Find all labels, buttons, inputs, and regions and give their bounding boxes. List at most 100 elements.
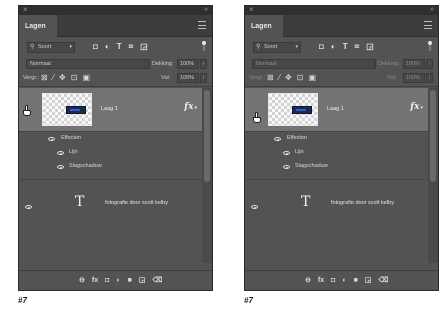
fx-icon[interactable]: fx▾ <box>410 102 423 112</box>
effect-item-drop-shadow[interactable]: Slagschaduw <box>19 160 202 174</box>
pixel-filter-icon[interactable]: ◘ <box>93 42 98 52</box>
fill-arrow-icon[interactable]: › <box>200 73 207 83</box>
pixel-filter-icon[interactable]: ◘ <box>319 42 324 52</box>
fill-label: Vul: <box>387 75 397 81</box>
close-icon[interactable]: × <box>23 6 28 14</box>
new-group-icon[interactable]: ■ <box>354 276 358 285</box>
lock-icons: ⊠ ⁄ ✥ ⊡ ▣ <box>41 73 90 83</box>
collapse-icon[interactable]: » <box>204 6 208 14</box>
adjustment-layer-icon[interactable]: ◐ <box>116 276 120 285</box>
adjustment-filter-icon[interactable]: ◐ <box>105 42 110 52</box>
panel-menu-icon[interactable] <box>198 21 206 29</box>
smart-object-filter-icon[interactable]: ◲ <box>366 42 374 52</box>
effects-row[interactable]: Effecten <box>245 132 428 146</box>
layers-panel-right: × » Lagen ⚲ Soort ▾ ◘ ◐ T ⌗ ◲ Normaal De… <box>244 5 439 291</box>
effect-item-stroke[interactable]: Lijn <box>19 146 202 160</box>
lock-move-icon[interactable]: ✥ <box>285 73 292 83</box>
visibility-cell[interactable] <box>245 88 264 131</box>
type-filter-icon[interactable]: T <box>117 42 122 52</box>
blend-mode-dropdown[interactable]: Normaal <box>252 59 376 69</box>
close-icon[interactable]: × <box>249 6 254 14</box>
eye-icon[interactable] <box>274 137 281 141</box>
layer-row-text[interactable]: T fotografie door scott kelby <box>19 179 202 237</box>
lock-artboard-icon[interactable]: ⊡ <box>71 73 78 83</box>
tab-layers[interactable]: Lagen <box>19 15 57 37</box>
filter-icons: ◘ ◐ T ⌗ ◲ <box>319 42 374 52</box>
new-layer-icon[interactable]: ◲ <box>139 276 146 285</box>
lock-all-icon[interactable]: ▣ <box>82 73 90 83</box>
new-layer-icon[interactable]: ◲ <box>365 276 372 285</box>
panel-menu-icon[interactable] <box>424 21 432 29</box>
effect-label: Slagschaduw <box>295 163 328 169</box>
eye-icon[interactable] <box>283 151 290 155</box>
effect-item-stroke[interactable]: Lijn <box>245 146 428 160</box>
layer-name[interactable]: Laag 1 <box>327 106 344 112</box>
tab-layers[interactable]: Lagen <box>245 15 283 37</box>
eye-icon[interactable] <box>25 205 32 209</box>
blend-mode-dropdown[interactable]: Normaal <box>26 59 150 69</box>
lock-transparent-icon[interactable]: ⊠ <box>267 73 274 83</box>
eye-icon[interactable] <box>57 165 64 169</box>
layer-row-laag-1[interactable]: Laag 1 fx▾ <box>245 88 428 132</box>
lock-artboard-icon[interactable]: ⊡ <box>297 73 304 83</box>
eye-icon[interactable] <box>57 151 64 155</box>
scrollbar[interactable] <box>202 88 212 263</box>
eye-icon[interactable] <box>283 165 290 169</box>
bottom-icons: ⊖ fx ◘ ◐ ■ ◲ ⌫ <box>305 276 388 285</box>
layer-name[interactable]: fotografie door scott kelby <box>105 200 168 206</box>
layer-row-laag-1[interactable]: Laag 1 fx▾ <box>19 88 202 132</box>
fx-icon[interactable]: fx▾ <box>184 102 197 112</box>
search-icon: ⚲ <box>256 44 261 50</box>
visibility-cell[interactable] <box>19 88 38 131</box>
opacity-field[interactable]: 100% <box>403 59 425 69</box>
filter-kind-label: Soort <box>264 44 278 50</box>
eye-icon[interactable] <box>48 137 55 141</box>
opacity-arrow-icon[interactable]: › <box>200 59 207 69</box>
shape-filter-icon[interactable]: ⌗ <box>355 42 360 52</box>
filter-toggle-icon[interactable] <box>428 41 432 51</box>
effects-label: Effecten <box>61 135 82 141</box>
layer-name[interactable]: fotografie door scott kelby <box>331 200 394 206</box>
opacity-arrow-icon[interactable]: › <box>426 59 433 69</box>
add-style-icon[interactable]: fx <box>92 276 98 285</box>
eye-icon[interactable] <box>251 205 258 209</box>
shape-filter-icon[interactable]: ⌗ <box>129 42 134 52</box>
fx-label: fx <box>184 102 194 112</box>
scrollbar-thumb[interactable] <box>430 90 436 182</box>
layer-row-text[interactable]: T fotografie door scott kelby <box>245 179 428 237</box>
fill-field[interactable]: 100% <box>403 73 425 83</box>
smart-object-filter-icon[interactable]: ◲ <box>140 42 148 52</box>
collapse-icon[interactable]: » <box>430 6 434 14</box>
lock-paint-icon[interactable]: ⁄ <box>279 73 280 83</box>
add-style-icon[interactable]: fx <box>318 276 324 285</box>
layer-name[interactable]: Laag 1 <box>101 106 118 112</box>
lock-transparent-icon[interactable]: ⊠ <box>41 73 48 83</box>
lock-all-icon[interactable]: ▣ <box>308 73 316 83</box>
adjustment-filter-icon[interactable]: ◐ <box>331 42 336 52</box>
type-filter-icon[interactable]: T <box>343 42 348 52</box>
filter-kind-dropdown[interactable]: ⚲ Soort ▾ <box>253 42 301 53</box>
link-layers-icon[interactable]: ⊖ <box>305 276 311 285</box>
effect-item-drop-shadow[interactable]: Slagschaduw <box>245 160 428 174</box>
filter-kind-dropdown[interactable]: ⚲ Soort ▾ <box>27 42 75 53</box>
add-mask-icon[interactable]: ◘ <box>105 276 109 285</box>
add-mask-icon[interactable]: ◘ <box>331 276 335 285</box>
lock-row: Vergr.: ⊠ ⁄ ✥ ⊡ ▣ Vul: 100% › <box>19 71 212 87</box>
lock-move-icon[interactable]: ✥ <box>59 73 66 83</box>
scrollbar[interactable] <box>428 88 438 263</box>
filter-toggle-icon[interactable] <box>202 41 206 51</box>
opacity-field[interactable]: 100% <box>177 59 199 69</box>
bottom-toolbar: ⊖ fx ◘ ◐ ■ ◲ ⌫ <box>245 270 438 290</box>
fill-arrow-icon[interactable]: › <box>426 73 433 83</box>
layer-thumbnail <box>268 93 318 126</box>
trash-icon[interactable]: ⌫ <box>378 276 388 285</box>
fill-field[interactable]: 100% <box>177 73 199 83</box>
scrollbar-thumb[interactable] <box>204 90 210 182</box>
adjustment-layer-icon[interactable]: ◐ <box>342 276 346 285</box>
search-icon: ⚲ <box>30 44 35 50</box>
effects-row[interactable]: Effecten <box>19 132 202 146</box>
link-layers-icon[interactable]: ⊖ <box>79 276 85 285</box>
trash-icon[interactable]: ⌫ <box>152 276 162 285</box>
new-group-icon[interactable]: ■ <box>128 276 132 285</box>
lock-paint-icon[interactable]: ⁄ <box>53 73 54 83</box>
